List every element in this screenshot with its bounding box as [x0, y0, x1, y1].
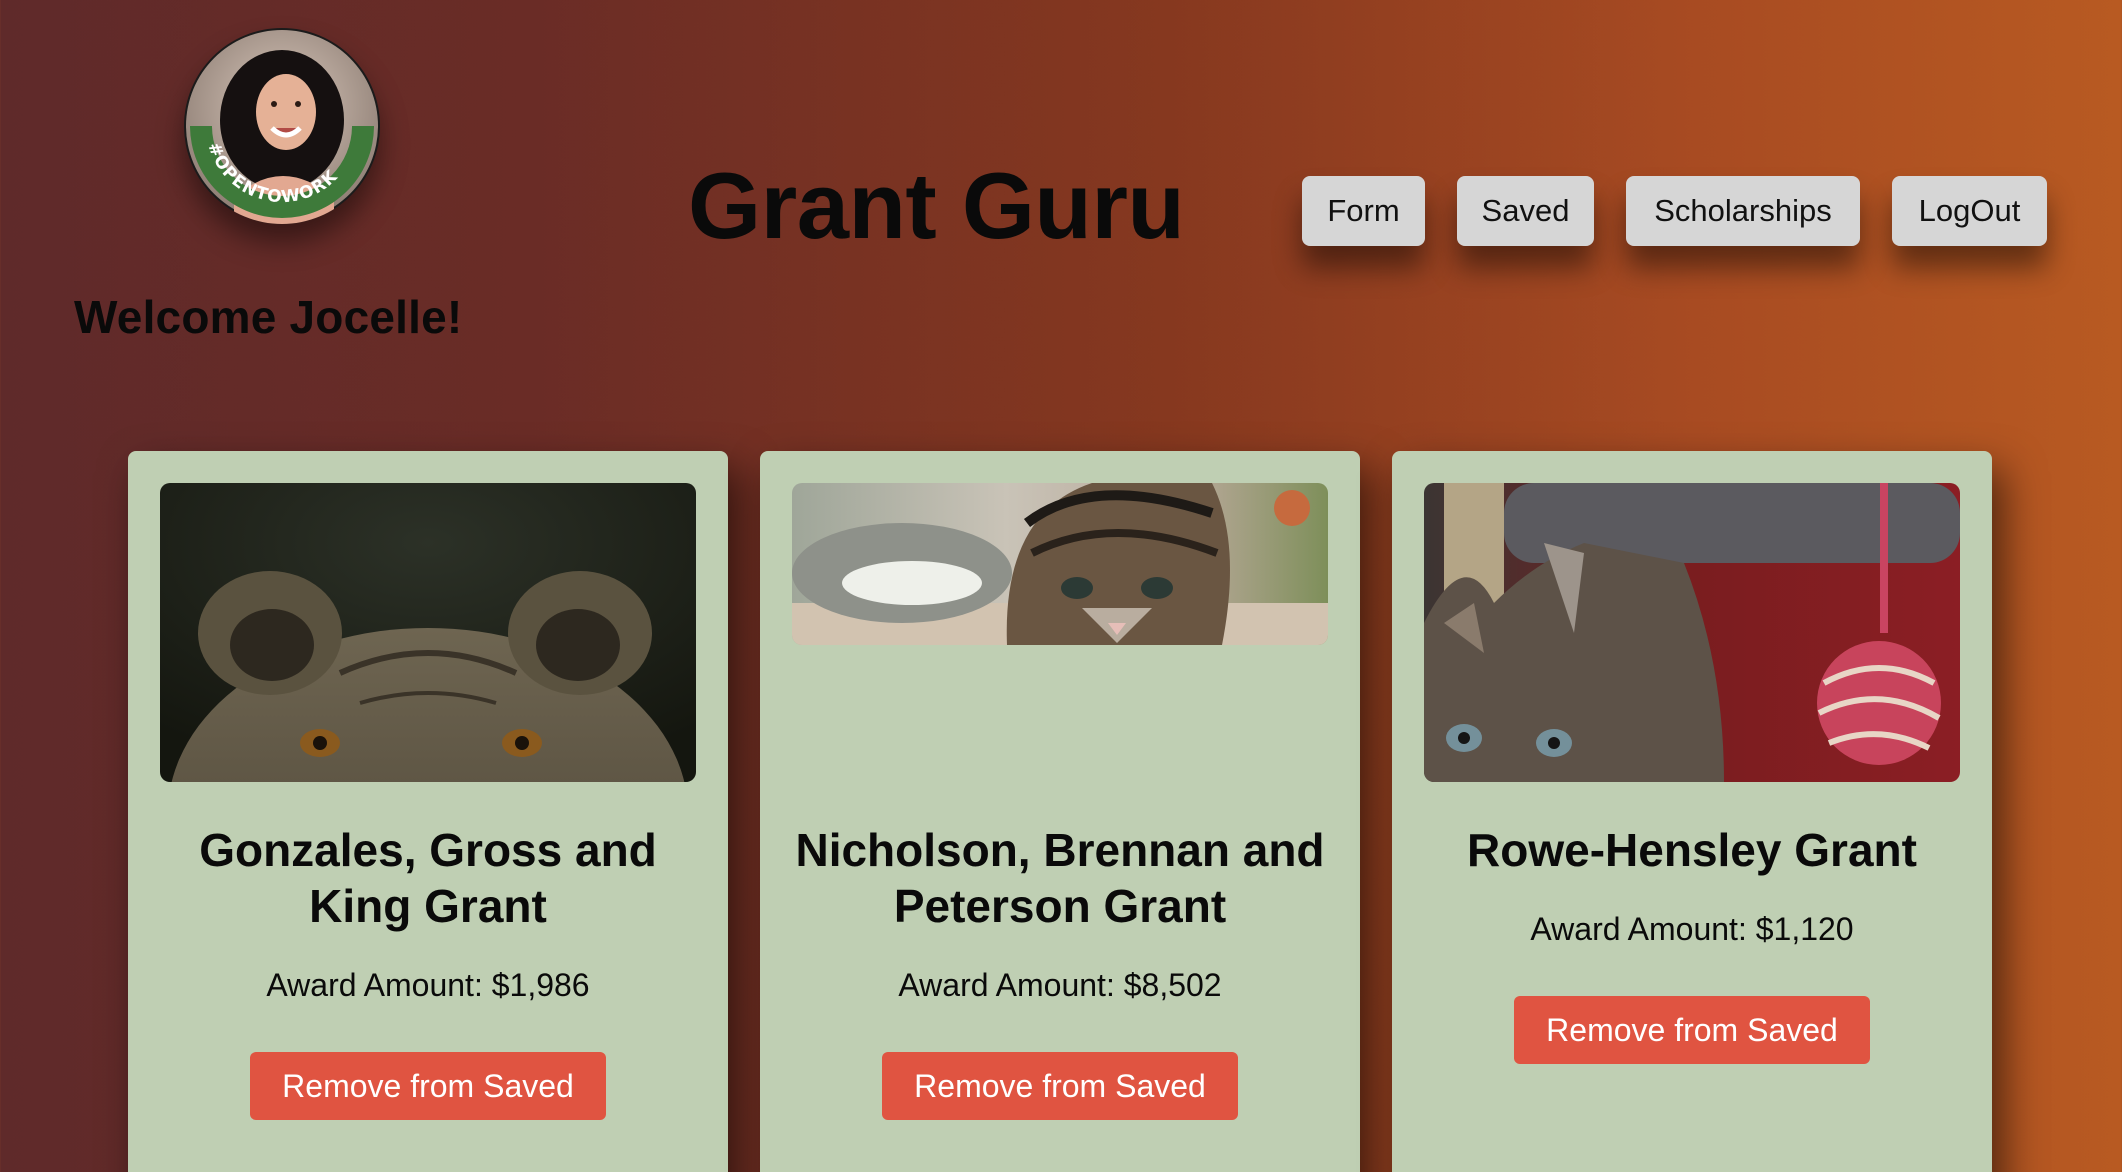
grant-card: Rowe-Hensley Grant Award Amount: $1,120 … — [1392, 451, 1992, 1172]
grant-title: Gonzales, Gross and King Grant — [199, 824, 657, 932]
remove-from-saved-button[interactable]: Remove from Saved — [1514, 996, 1870, 1064]
grant-card: Gonzales, Gross and King Grant Award Amo… — [128, 451, 728, 1172]
nav-scholarships-button[interactable]: Scholarships — [1626, 176, 1860, 246]
remove-from-saved-button[interactable]: Remove from Saved — [882, 1052, 1238, 1120]
nav-saved-button[interactable]: Saved — [1457, 176, 1594, 246]
award-amount: Award Amount: $1,986 — [266, 967, 590, 1003]
grant-image-kitten-yarn — [1424, 483, 1960, 782]
nav-logout-button[interactable]: LogOut — [1892, 176, 2047, 246]
grant-title: Rowe-Hensley Grant — [1467, 824, 1917, 876]
grant-image-lion — [160, 483, 696, 782]
top-nav: Form Saved Scholarships LogOut — [0, 176, 2122, 246]
remove-from-saved-button[interactable]: Remove from Saved — [250, 1052, 606, 1120]
grant-image-kitten — [792, 483, 1328, 645]
grant-title: Nicholson, Brennan and Peterson Grant — [795, 824, 1325, 932]
welcome-message: Welcome Jocelle! — [74, 291, 463, 343]
nav-form-button[interactable]: Form — [1302, 176, 1425, 246]
award-amount: Award Amount: $8,502 — [898, 967, 1222, 1003]
grant-card: Nicholson, Brennan and Peterson Grant Aw… — [760, 451, 1360, 1172]
award-amount: Award Amount: $1,120 — [1530, 911, 1854, 947]
